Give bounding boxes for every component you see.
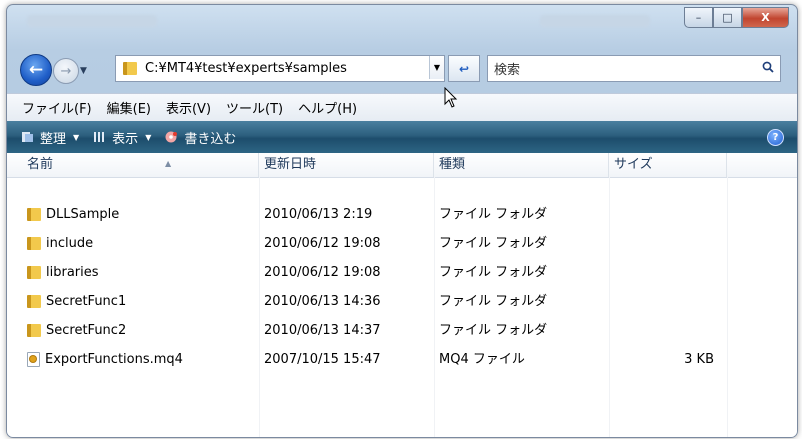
column-header-size-label: サイズ: [614, 157, 653, 172]
file-name-cell: SecretFunc1: [27, 287, 126, 316]
search-placeholder: 検索: [494, 63, 521, 78]
file-modified: 2010/06/13 14:37: [264, 323, 381, 338]
file-name-cell: SecretFunc2: [27, 316, 126, 345]
file-size: [609, 316, 714, 345]
folder-icon: [27, 324, 41, 337]
file-name-cell: ExportFunctions.mq4: [27, 345, 183, 374]
views-dropdown-icon: ▼: [145, 132, 152, 142]
file-size: 3 KB: [684, 352, 714, 367]
command-bar: 整理 ▼ 表示 ▼ 書き込む ?: [7, 121, 797, 153]
back-button[interactable]: ←: [20, 54, 52, 86]
column-header-row: 名前 ▲ 更新日時 種類 サイズ: [7, 153, 797, 178]
file-name: ExportFunctions.mq4: [45, 352, 183, 367]
file-name: SecretFunc1: [46, 294, 127, 309]
column-header-modified[interactable]: 更新日時: [259, 153, 434, 177]
file-type: ファイル フォルダ: [439, 323, 548, 338]
file-row[interactable]: SecretFunc2 2010/06/13 14:37 ファイル フォルダ: [7, 316, 797, 345]
file-name: DLLSample: [46, 207, 120, 222]
title-bar[interactable]: – □ X: [7, 5, 797, 45]
mq4-file-icon: [27, 352, 40, 367]
file-list-pane: 名前 ▲ 更新日時 種類 サイズ DLLSample 2010/06/13 2:…: [7, 153, 797, 437]
column-header-name-label: 名前: [27, 157, 54, 172]
caption-buttons: – □ X: [684, 7, 789, 28]
views-icon: [94, 132, 105, 142]
organize-dropdown-icon: ▼: [73, 132, 80, 142]
file-size: [609, 287, 714, 316]
file-row[interactable]: DLLSample 2010/06/13 2:19 ファイル フォルダ: [7, 200, 797, 229]
organize-button[interactable]: 整理 ▼: [21, 128, 79, 147]
file-name: include: [46, 236, 94, 251]
column-header-modified-label: 更新日時: [264, 157, 317, 172]
search-box[interactable]: 検索: [487, 55, 781, 82]
column-header-name[interactable]: 名前 ▲: [22, 153, 259, 177]
file-modified: 2010/06/13 2:19: [264, 207, 373, 222]
burn-disc-icon: [165, 131, 178, 143]
burn-label: 書き込む: [184, 131, 237, 147]
file-size: [609, 258, 714, 287]
file-type: ファイル フォルダ: [439, 294, 548, 309]
window-title-blurred: [27, 15, 157, 27]
sort-ascending-icon: ▲: [165, 159, 172, 168]
menu-help[interactable]: ヘルプ(H): [298, 98, 357, 117]
file-modified: 2007/10/15 15:47: [264, 352, 381, 367]
menu-file[interactable]: ファイル(F): [22, 98, 92, 117]
column-header-size[interactable]: サイズ: [609, 153, 727, 177]
address-text: C:¥MT4¥test¥experts¥samples: [145, 61, 347, 76]
file-type: ファイル フォルダ: [439, 207, 548, 222]
views-label: 表示: [112, 131, 139, 147]
menu-bar: ファイル(F) 編集(E) 表示(V) ツール(T) ヘルプ(H): [7, 93, 797, 121]
file-name-cell: DLLSample: [27, 200, 119, 229]
mouse-cursor-icon: [444, 87, 458, 108]
search-icon[interactable]: [762, 61, 774, 73]
column-header-type[interactable]: 種類: [434, 153, 609, 177]
refresh-button[interactable]: ↩: [448, 55, 480, 82]
file-type: ファイル フォルダ: [439, 265, 548, 280]
file-size: [609, 200, 714, 229]
close-button[interactable]: X: [742, 7, 789, 28]
file-modified: 2010/06/12 19:08: [264, 265, 381, 280]
explorer-window: – □ X ← → ▼ C:¥MT4¥test¥experts¥samples …: [6, 4, 798, 438]
folder-icon: [27, 266, 41, 279]
folder-icon: [123, 62, 137, 75]
recent-pages-dropdown-icon[interactable]: ▼: [80, 66, 87, 76]
column-header-type-label: 種類: [439, 157, 466, 172]
burn-button[interactable]: 書き込む: [165, 128, 236, 147]
file-modified: 2010/06/13 14:36: [264, 294, 381, 309]
file-row[interactable]: ExportFunctions.mq4 2007/10/15 15:47 MQ4…: [7, 345, 797, 374]
file-row[interactable]: SecretFunc1 2010/06/13 14:36 ファイル フォルダ: [7, 287, 797, 316]
file-name-cell: include: [27, 229, 93, 258]
maximize-button[interactable]: □: [713, 7, 742, 28]
file-size: [609, 229, 714, 258]
file-modified: 2010/06/12 19:08: [264, 236, 381, 251]
menu-tools[interactable]: ツール(T): [226, 98, 283, 117]
views-button[interactable]: 表示 ▼: [93, 128, 151, 147]
folder-icon: [27, 208, 41, 221]
organize-label: 整理: [40, 131, 67, 147]
menu-view[interactable]: 表示(V): [166, 98, 211, 117]
file-row[interactable]: include 2010/06/12 19:08 ファイル フォルダ: [7, 229, 797, 258]
window-title-blurred-right: [540, 15, 650, 27]
file-name-cell: libraries: [27, 258, 99, 287]
navigation-bar: ← → ▼ C:¥MT4¥test¥experts¥samples ▼ ↩ 検索: [7, 50, 797, 86]
organize-icon: [22, 132, 33, 142]
address-bar[interactable]: C:¥MT4¥test¥experts¥samples ▼: [115, 55, 445, 82]
folder-icon: [27, 237, 41, 250]
file-row[interactable]: libraries 2010/06/12 19:08 ファイル フォルダ: [7, 258, 797, 287]
folder-icon: [27, 295, 41, 308]
minimize-button[interactable]: –: [684, 7, 713, 28]
file-name: libraries: [46, 265, 99, 280]
menu-edit[interactable]: 編集(E): [107, 98, 151, 117]
address-dropdown-button[interactable]: ▼: [429, 56, 444, 79]
help-icon[interactable]: ?: [767, 129, 784, 146]
file-name: SecretFunc2: [46, 323, 127, 338]
forward-button[interactable]: →: [53, 58, 79, 84]
file-type: ファイル フォルダ: [439, 236, 548, 251]
file-type: MQ4 ファイル: [439, 352, 525, 367]
